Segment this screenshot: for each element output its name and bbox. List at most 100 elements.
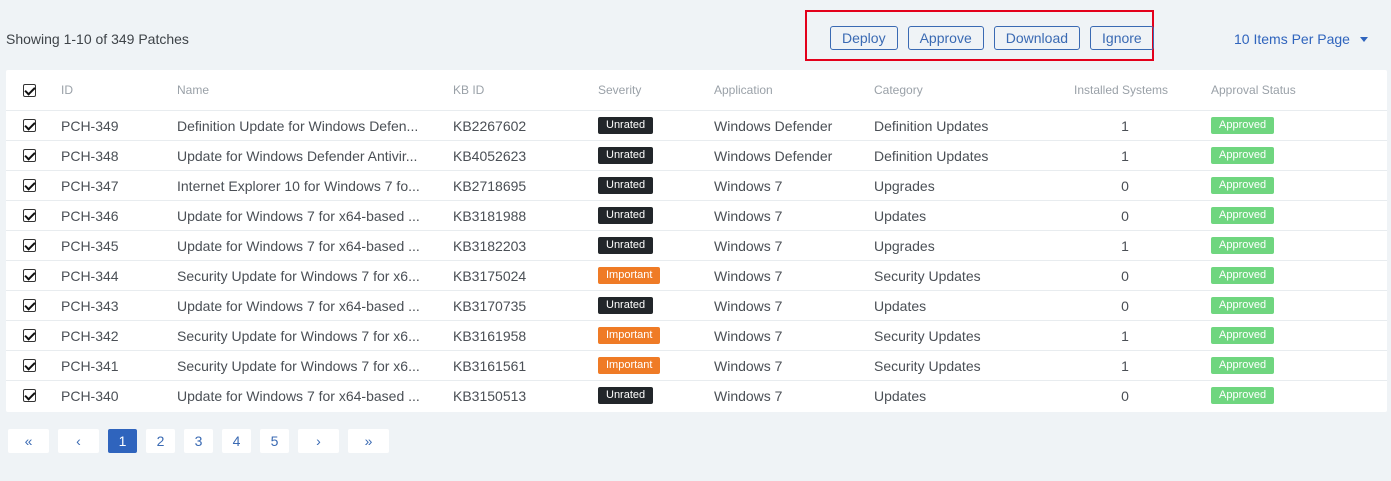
patch-name[interactable]: Update for Windows 7 for x64-based ... [177, 298, 442, 314]
patch-name-cell: Security Update for Windows 7 for x6... [177, 261, 442, 290]
approval-status-cell: Approved [1211, 321, 1275, 350]
row-checkbox-cell[interactable] [21, 261, 37, 290]
table-row[interactable]: PCH-347 Internet Explorer 10 for Windows … [6, 170, 1387, 200]
deploy-button[interactable]: Deploy [830, 26, 898, 50]
row-checkbox-cell[interactable] [21, 201, 37, 230]
patch-name[interactable]: Internet Explorer 10 for Windows 7 fo... [177, 178, 442, 194]
installed-systems-count: 1 [1121, 327, 1129, 344]
last-page-button[interactable]: » [348, 429, 389, 453]
caret-down-icon [1359, 36, 1368, 42]
severity-badge: Unrated [598, 177, 654, 194]
application: Windows 7 [714, 237, 783, 254]
patch-name[interactable]: Update for Windows 7 for x64-based ... [177, 238, 442, 254]
row-checkbox-cell[interactable] [21, 231, 37, 260]
first-page-button[interactable]: « [8, 429, 49, 453]
patch-name[interactable]: Security Update for Windows 7 for x6... [177, 328, 442, 344]
approval-status-cell: Approved [1211, 351, 1275, 380]
severity-badge: Unrated [598, 297, 654, 314]
patch-name-cell: Update for Windows 7 for x64-based ... [177, 201, 442, 230]
row-checkbox[interactable] [22, 209, 36, 222]
patch-id: PCH-346 [61, 207, 119, 224]
column-header-approval-status[interactable]: Approval Status [1211, 70, 1296, 110]
patch-id: PCH-344 [61, 267, 119, 284]
patch-name[interactable]: Definition Update for Windows Defen... [177, 118, 442, 134]
row-checkbox[interactable] [22, 389, 36, 402]
application: Windows 7 [714, 177, 783, 194]
row-checkbox-cell[interactable] [21, 381, 37, 410]
page-3-button[interactable]: 3 [184, 429, 213, 453]
column-header-kb-id[interactable]: KB ID [453, 70, 484, 110]
row-checkbox-cell[interactable] [21, 111, 37, 140]
row-checkbox-cell[interactable] [21, 141, 37, 170]
column-header-severity[interactable]: Severity [598, 70, 641, 110]
row-checkbox[interactable] [22, 299, 36, 312]
kb-id: KB4052623 [453, 147, 527, 164]
severity-cell: Unrated [598, 111, 654, 140]
category: Security Updates [874, 357, 981, 374]
approval-status-badge: Approved [1211, 147, 1275, 164]
table-row[interactable]: PCH-346 Update for Windows 7 for x64-base… [6, 200, 1387, 230]
patch-name-cell: Definition Update for Windows Defen... [177, 111, 442, 140]
row-checkbox-cell[interactable] [21, 351, 37, 380]
table-row[interactable]: PCH-342 Security Update for Windows 7 for… [6, 320, 1387, 350]
table-row[interactable]: PCH-345 Update for Windows 7 for x64-base… [6, 230, 1387, 260]
patch-name-cell: Update for Windows 7 for x64-based ... [177, 231, 442, 260]
kb-id: KB3182203 [453, 237, 527, 254]
row-checkbox[interactable] [22, 329, 36, 342]
patch-name-cell: Update for Windows 7 for x64-based ... [177, 291, 442, 320]
table-row[interactable]: PCH-343 Update for Windows 7 for x64-base… [6, 290, 1387, 320]
category: Upgrades [874, 177, 935, 194]
items-per-page-dropdown[interactable]: 10 Items Per Page [1234, 31, 1368, 47]
installed-systems-count: 0 [1121, 267, 1129, 284]
patch-name[interactable]: Security Update for Windows 7 for x6... [177, 358, 442, 374]
table-row[interactable]: PCH-340 Update for Windows 7 for x64-base… [6, 380, 1387, 410]
select-all-checkbox-cell[interactable] [21, 70, 37, 110]
application: Windows 7 [714, 357, 783, 374]
severity-cell: Unrated [598, 381, 654, 410]
table-row[interactable]: PCH-349 Definition Update for Windows Def… [6, 110, 1387, 140]
patch-id: PCH-345 [61, 237, 119, 254]
severity-badge: Important [598, 327, 661, 344]
page-2-button[interactable]: 2 [146, 429, 175, 453]
column-header-id[interactable]: ID [61, 70, 73, 110]
kb-id: KB3181988 [453, 207, 527, 224]
page-4-button[interactable]: 4 [222, 429, 251, 453]
row-checkbox[interactable] [22, 239, 36, 252]
ignore-button[interactable]: Ignore [1090, 26, 1154, 50]
column-header-name[interactable]: Name [177, 70, 442, 110]
row-checkbox[interactable] [22, 179, 36, 192]
patch-name[interactable]: Update for Windows 7 for x64-based ... [177, 208, 442, 224]
row-checkbox-cell[interactable] [21, 171, 37, 200]
installed-systems-count: 0 [1121, 207, 1129, 224]
severity-cell: Unrated [598, 141, 654, 170]
page-1-button[interactable]: 1 [108, 429, 137, 453]
prev-page-button[interactable]: ‹ [58, 429, 99, 453]
select-all-checkbox[interactable] [22, 83, 36, 97]
column-header-application[interactable]: Application [714, 70, 773, 110]
patch-name[interactable]: Security Update for Windows 7 for x6... [177, 268, 442, 284]
next-page-button[interactable]: › [298, 429, 339, 453]
row-checkbox-cell[interactable] [21, 321, 37, 350]
patch-name[interactable]: Update for Windows Defender Antivir... [177, 148, 442, 164]
column-header-category[interactable]: Category [874, 70, 923, 110]
patch-name[interactable]: Update for Windows 7 for x64-based ... [177, 388, 442, 404]
row-checkbox[interactable] [22, 149, 36, 162]
application: Windows Defender [714, 117, 833, 134]
table-row[interactable]: PCH-341 Security Update for Windows 7 for… [6, 350, 1387, 380]
table-row[interactable]: PCH-344 Security Update for Windows 7 for… [6, 260, 1387, 290]
page-5-button[interactable]: 5 [260, 429, 289, 453]
row-checkbox[interactable] [22, 119, 36, 132]
kb-id: KB3170735 [453, 297, 527, 314]
installed-systems-count: 0 [1121, 387, 1129, 404]
column-header-installed-systems[interactable]: Installed Systems [1074, 70, 1176, 110]
row-checkbox[interactable] [22, 359, 36, 372]
table-row[interactable]: PCH-348 Update for Windows Defender Antiv… [6, 140, 1387, 170]
approve-button[interactable]: Approve [907, 26, 984, 50]
severity-badge: Unrated [598, 147, 654, 164]
approval-status-badge: Approved [1211, 387, 1275, 404]
row-checkbox-cell[interactable] [21, 291, 37, 320]
patch-id: PCH-340 [61, 387, 119, 404]
patch-id: PCH-348 [61, 147, 119, 164]
row-checkbox[interactable] [22, 269, 36, 282]
download-button[interactable]: Download [993, 26, 1081, 50]
